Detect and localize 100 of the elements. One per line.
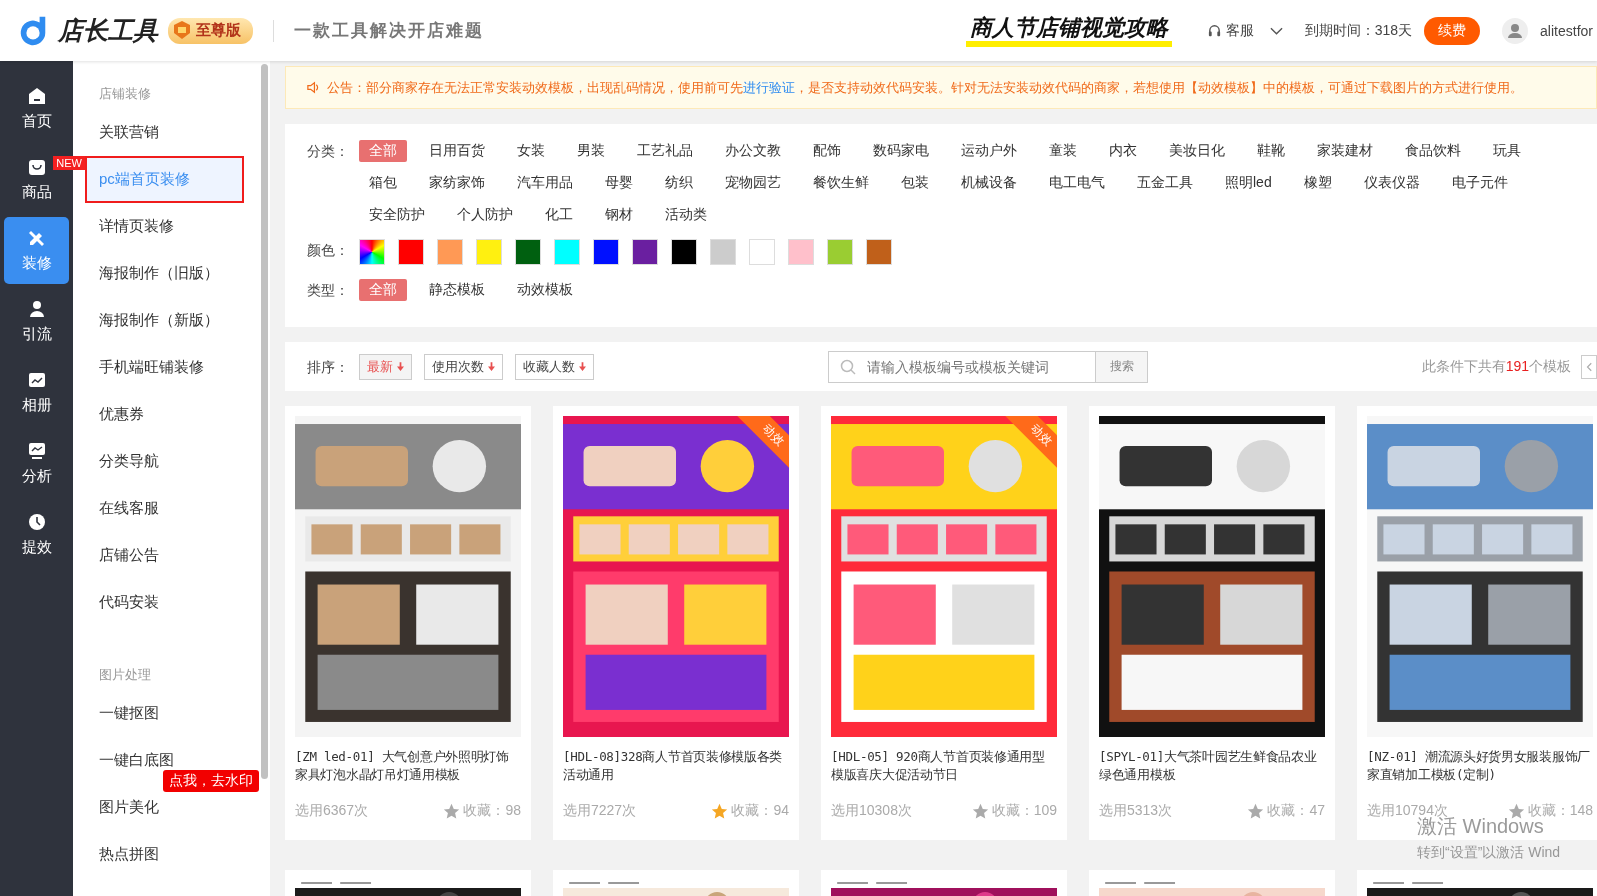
submenu-item[interactable]: 海报制作（旧版） xyxy=(73,250,258,297)
sort-button[interactable]: 使用次数 xyxy=(424,353,503,380)
category-option[interactable]: 仪表仪器 xyxy=(1353,172,1430,194)
color-swatch[interactable] xyxy=(788,239,814,265)
submenu-item[interactable]: 手机端旺铺装修 xyxy=(73,344,258,391)
category-option[interactable]: 男装 xyxy=(567,140,615,162)
type-option[interactable]: 动效模板 xyxy=(507,279,583,301)
star-icon[interactable] xyxy=(971,802,989,820)
category-option[interactable]: 包装 xyxy=(891,172,939,194)
submenu-item[interactable]: 详情页装修 xyxy=(73,203,258,250)
category-option[interactable]: 内衣 xyxy=(1099,140,1147,162)
type-option[interactable]: 静态模板 xyxy=(419,279,495,301)
category-option[interactable]: 美妆日化 xyxy=(1159,140,1235,162)
category-option[interactable]: 电子元件 xyxy=(1441,172,1518,194)
service-link[interactable]: 客服 xyxy=(1206,21,1254,40)
category-option[interactable]: 配饰 xyxy=(803,140,851,162)
template-title[interactable]: [SPYL-01]大气茶叶园艺生鲜食品农业绿色通用模板 xyxy=(1099,748,1325,788)
category-option[interactable]: 数码家电 xyxy=(863,140,939,162)
template-title[interactable]: [HDL-05] 920商人节首页装修通用型模版喜庆大促活动节日 xyxy=(831,748,1057,788)
category-option[interactable]: 办公文教 xyxy=(715,140,791,162)
category-option[interactable]: 工艺礼品 xyxy=(627,140,703,162)
color-swatch[interactable] xyxy=(476,239,502,265)
username[interactable]: alitestfor xyxy=(1540,22,1593,39)
submenu-item[interactable]: 分类导航 xyxy=(73,438,258,485)
category-option[interactable]: 箱包 xyxy=(359,172,407,194)
color-swatch[interactable] xyxy=(593,239,619,265)
avatar-icon[interactable] xyxy=(1502,17,1529,44)
previous-page-button[interactable] xyxy=(1581,354,1597,379)
category-option[interactable]: 汽车用品 xyxy=(507,172,583,194)
scrollbar-thumb[interactable] xyxy=(260,64,268,779)
promo-banner[interactable]: 商人节店铺视觉攻略 xyxy=(966,14,1172,47)
notice-text: 公告：部分商家存在无法正常安装动效模板，出现乱码情况，使用前可先进行验证，是否支持动效代码安装。针对无法安装动效代码的商家，若想使用【动效模板】中的模板，可通过下载图片的方式进行使用。 xyxy=(327,78,1523,97)
category-option[interactable]: 食品饮料 xyxy=(1395,140,1471,162)
rail-item[interactable]: 首页 xyxy=(4,75,69,142)
template-title[interactable]: [NZ-01] 潮流源头好货男女服装服饰厂家直销加工模板(定制) xyxy=(1367,748,1593,788)
sort-button[interactable]: 收藏人数 xyxy=(515,353,594,380)
submenu-item[interactable]: 在线客服 xyxy=(73,485,258,532)
category-option[interactable]: 五金工具 xyxy=(1127,172,1203,194)
rail-item[interactable]: 引流 xyxy=(4,288,69,355)
rail-item[interactable]: 相册 xyxy=(4,359,69,426)
favorite-count: 收藏：109 xyxy=(991,802,1057,820)
template-card[interactable]: [SPYL-01]大气茶叶园艺生鲜食品农业绿色通用模板 选用5313次 收藏：47 xyxy=(1089,406,1335,840)
color-swatch[interactable] xyxy=(437,239,463,265)
category-option[interactable]: 钢材 xyxy=(595,204,643,226)
color-swatch[interactable] xyxy=(398,239,424,265)
color-swatch[interactable] xyxy=(671,239,697,265)
color-swatch[interactable] xyxy=(710,239,736,265)
star-icon[interactable] xyxy=(1507,802,1525,820)
template-title[interactable]: [ZM led-01] 大气创意户外照明灯饰家具灯泡水晶灯吊灯通用模板 xyxy=(295,748,521,788)
caret-icon[interactable] xyxy=(1269,26,1283,35)
chevron-left-icon xyxy=(1586,361,1592,372)
category-option[interactable]: 机械设备 xyxy=(951,172,1027,194)
color-swatch[interactable] xyxy=(749,239,775,265)
search-field[interactable]: 请输入模板编号或模板关键词 xyxy=(828,350,1096,383)
favorite-count: 收藏：47 xyxy=(1267,802,1325,820)
color-swatch[interactable] xyxy=(827,239,853,265)
category-option[interactable]: 活动类 xyxy=(655,204,717,226)
category-option[interactable]: 宠物园艺 xyxy=(715,172,791,194)
submenu-item[interactable]: 热点拼图 xyxy=(73,831,258,878)
category-option[interactable]: 橡塑 xyxy=(1293,172,1342,194)
submenu-item[interactable]: 一键抠图 xyxy=(73,690,258,737)
category-option[interactable]: 母婴 xyxy=(595,172,643,194)
category-option[interactable]: 电工电气 xyxy=(1039,172,1115,194)
submenu-item[interactable]: 代码安装 xyxy=(73,579,258,626)
all-colors-swatch[interactable] xyxy=(359,239,385,265)
category-option[interactable]: 安全防护 xyxy=(359,204,435,226)
submenu-item[interactable]: 店铺公告 xyxy=(73,532,258,579)
category-option[interactable]: 鞋靴 xyxy=(1247,140,1295,162)
category-option[interactable]: 日用百货 xyxy=(419,140,495,162)
category-option[interactable]: 纺织 xyxy=(655,172,703,194)
tooltip[interactable]: 点我，去水印 xyxy=(163,770,259,792)
category-option[interactable]: 童装 xyxy=(1039,140,1087,162)
color-swatch[interactable] xyxy=(632,239,658,265)
submenu-item[interactable]: 关联营销 xyxy=(73,109,258,156)
category-option[interactable]: 女装 xyxy=(507,140,555,162)
submenu-item[interactable]: 优惠券 xyxy=(73,391,258,438)
expiry-text: 到期时间：318天 xyxy=(1304,21,1413,40)
category-option[interactable]: 个人防护 xyxy=(447,204,523,226)
category-option[interactable]: 餐饮生鲜 xyxy=(803,172,879,194)
template-card[interactable]: 动效 [HDL-05] 920商人节首页装修通用型模版喜庆大促活动节日 选用10308次 收藏：109 xyxy=(821,406,1067,840)
category-option[interactable]: 运动户外 xyxy=(951,140,1027,162)
template-card[interactable]: 动效 [HDL-08]328商人节首页装修模版各类活动通用 选用7227次 收藏：94 xyxy=(553,406,799,840)
rail-item[interactable]: 分析 xyxy=(4,430,69,497)
template-card[interactable]: [ZM led-01] 大气创意户外照明灯饰家具灯泡水晶灯吊灯通用模板 选用6367次 收藏：98 xyxy=(285,406,531,840)
submenu-item[interactable]: 海报制作（新版） xyxy=(73,297,258,344)
star-icon[interactable] xyxy=(711,802,729,820)
category-option[interactable]: 化工 xyxy=(535,204,583,226)
rail-item[interactable]: 提效 xyxy=(4,501,69,568)
usage-count: 选用10794次 xyxy=(1367,802,1448,818)
star-icon[interactable] xyxy=(1247,802,1265,820)
color-swatch[interactable] xyxy=(554,239,580,265)
category-option[interactable]: 照明led xyxy=(1215,172,1282,194)
result-count: 此条件下共有191个模板 xyxy=(1421,357,1571,376)
color-swatch[interactable] xyxy=(515,239,541,265)
category-option[interactable]: 家装建材 xyxy=(1307,140,1383,162)
color-swatch[interactable] xyxy=(866,239,892,265)
star-icon[interactable] xyxy=(443,802,461,820)
category-option[interactable]: 玩具 xyxy=(1483,140,1531,162)
template-title[interactable]: [HDL-08]328商人节首页装修模版各类活动通用 xyxy=(563,748,789,788)
category-option[interactable]: 家纺家饰 xyxy=(419,172,495,194)
